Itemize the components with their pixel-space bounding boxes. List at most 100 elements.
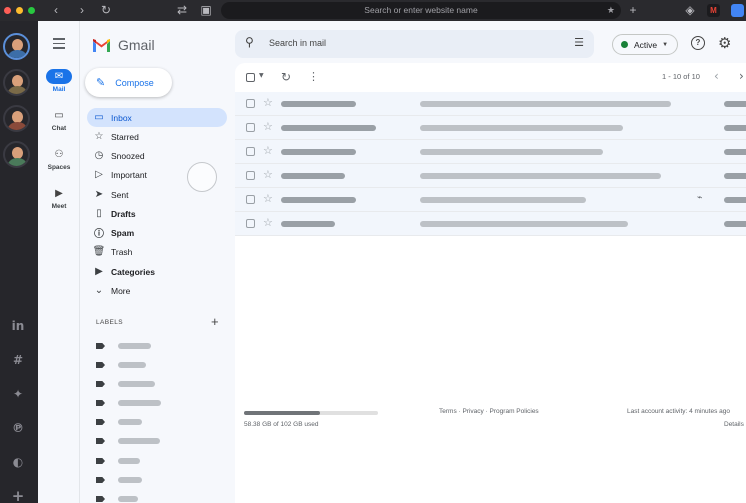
close-window-button[interactable] <box>4 7 11 14</box>
label-item[interactable] <box>96 456 140 466</box>
storage-text: 58.38 GB of 102 GB used <box>244 421 319 428</box>
email-row[interactable]: ☆ <box>235 140 746 164</box>
nav-chat[interactable]: ▭ Chat <box>38 108 80 132</box>
refresh-icon[interactable]: ↻ <box>281 70 291 84</box>
search-icon[interactable]: ⚲ <box>245 35 254 49</box>
nav-meet[interactable]: ▶ Meet <box>38 186 80 210</box>
row-checkbox[interactable] <box>246 219 255 228</box>
email-row[interactable]: ☆ ⌁ <box>235 188 746 212</box>
star-icon[interactable]: ☆ <box>263 120 273 133</box>
subject-placeholder <box>420 101 671 107</box>
extensions-icon[interactable]: ◈ <box>683 0 697 21</box>
row-checkbox[interactable] <box>246 147 255 156</box>
more-options-icon[interactable]: ⋮ <box>308 70 319 83</box>
slack-icon[interactable]: # <box>9 351 27 369</box>
sidebar-item-starred[interactable]: ☆ Starred <box>87 127 227 146</box>
row-checkbox[interactable] <box>246 123 255 132</box>
pinterest-icon[interactable]: ℗ <box>9 419 27 437</box>
email-row[interactable]: ☆ <box>235 116 746 140</box>
email-row[interactable]: ☆ <box>235 164 746 188</box>
gmail-tab-icon[interactable]: M <box>707 4 720 17</box>
star-icon[interactable]: ☆ <box>263 144 273 157</box>
settings-gear-icon[interactable]: ⚙ <box>718 34 731 52</box>
label-item[interactable] <box>96 417 142 427</box>
label-item[interactable] <box>96 398 161 408</box>
messenger-icon[interactable]: ◐ <box>9 453 27 471</box>
row-checkbox[interactable] <box>246 99 255 108</box>
label-item[interactable] <box>96 475 142 485</box>
back-icon[interactable]: ‹ <box>49 0 63 21</box>
reload-icon[interactable]: ↻ <box>99 0 113 21</box>
twitter-icon[interactable]: ✦ <box>9 385 27 403</box>
avatar[interactable] <box>3 33 30 60</box>
search-bar[interactable]: ⚲ Search in mail ☰ <box>235 30 594 58</box>
swap-icon[interactable]: ⇄ <box>175 0 189 21</box>
lock-icon: ▣ <box>200 3 212 17</box>
label-tag-icon <box>96 477 105 483</box>
select-dropdown-icon[interactable]: ▼ <box>259 72 264 79</box>
minimize-window-button[interactable] <box>16 7 23 14</box>
sender-placeholder <box>281 101 356 107</box>
prev-page-icon[interactable]: ‹ <box>714 69 719 83</box>
star-icon[interactable]: ☆ <box>263 216 273 229</box>
row-checkbox[interactable] <box>246 171 255 180</box>
compose-button[interactable]: ✎ Compose <box>85 68 172 97</box>
main-menu-icon[interactable] <box>53 38 65 52</box>
subject-placeholder <box>420 149 603 155</box>
add-label-icon[interactable]: + <box>211 314 219 329</box>
star-icon[interactable]: ☆ <box>263 192 273 205</box>
label-tag-icon <box>96 381 105 387</box>
subject-placeholder <box>420 125 623 131</box>
select-all-checkbox[interactable] <box>246 73 255 82</box>
label-item[interactable] <box>96 436 160 446</box>
label-item[interactable] <box>96 494 138 503</box>
calendar-tab-icon[interactable] <box>731 4 744 17</box>
maximize-window-button[interactable] <box>28 7 35 14</box>
help-icon[interactable]: ? <box>691 36 705 50</box>
nav-mail[interactable]: ✉ Mail <box>38 69 80 93</box>
next-page-icon[interactable]: › <box>739 69 744 83</box>
star-icon[interactable]: ☆ <box>263 96 273 109</box>
sidebar-item-label: Important <box>111 169 147 180</box>
sidebar-item-categories[interactable]: ▶ Categories <box>87 262 227 281</box>
pagination-label: 1 - 10 of 10 <box>662 72 700 81</box>
search-options-icon[interactable]: ☰ <box>574 36 584 49</box>
new-tab-icon[interactable]: + <box>626 0 640 21</box>
trash-icon: 🗑 <box>92 246 106 257</box>
label-item[interactable] <box>96 341 151 351</box>
avatar[interactable] <box>3 105 30 132</box>
sidebar-item-label: Trash <box>111 246 133 257</box>
linkedin-icon[interactable]: in <box>9 317 27 335</box>
label-tag-icon <box>96 400 105 406</box>
add-icon[interactable]: + <box>9 487 27 503</box>
email-row[interactable]: ☆ <box>235 92 746 116</box>
sidebar-item-label: More <box>111 285 131 296</box>
bookmark-star-icon[interactable]: ★ <box>607 2 615 19</box>
send-icon: ➤ <box>94 189 104 200</box>
sidebar-item-spam[interactable]: ⓘ Spam <box>87 223 227 242</box>
sidebar-item-trash[interactable]: 🗑 Trash <box>87 242 227 261</box>
row-checkbox[interactable] <box>246 195 255 204</box>
nav-spaces[interactable]: ⚇ Spaces <box>38 147 80 171</box>
address-bar[interactable]: Search or enter website name ★ <box>221 2 621 19</box>
status-button[interactable]: Active ▼ <box>612 34 678 55</box>
forward-icon[interactable]: › <box>75 0 89 21</box>
search-input[interactable]: Search in mail <box>269 38 326 48</box>
label-item[interactable] <box>96 360 146 370</box>
date-placeholder <box>724 101 746 107</box>
footer-links[interactable]: Terms · Privacy · Program Policies <box>439 408 539 415</box>
sidebar-item-inbox[interactable]: ▭ Inbox <box>87 108 227 127</box>
label-item[interactable] <box>96 379 155 389</box>
details-link[interactable]: Details <box>724 421 744 428</box>
sidebar-item-label: Sent <box>111 189 129 200</box>
gmail-logo[interactable]: Gmail <box>92 37 155 53</box>
sidebar-item-drafts[interactable]: ▯ Drafts <box>87 204 227 223</box>
avatar[interactable] <box>3 69 30 96</box>
subject-placeholder <box>420 197 586 203</box>
star-icon[interactable]: ☆ <box>263 168 273 181</box>
sidebar-item-more[interactable]: ⌄ More <box>87 281 227 300</box>
avatar[interactable] <box>3 141 30 168</box>
draft-icon: ▯ <box>96 208 102 219</box>
email-row[interactable]: ☆ <box>235 212 746 236</box>
sender-placeholder <box>281 149 356 155</box>
